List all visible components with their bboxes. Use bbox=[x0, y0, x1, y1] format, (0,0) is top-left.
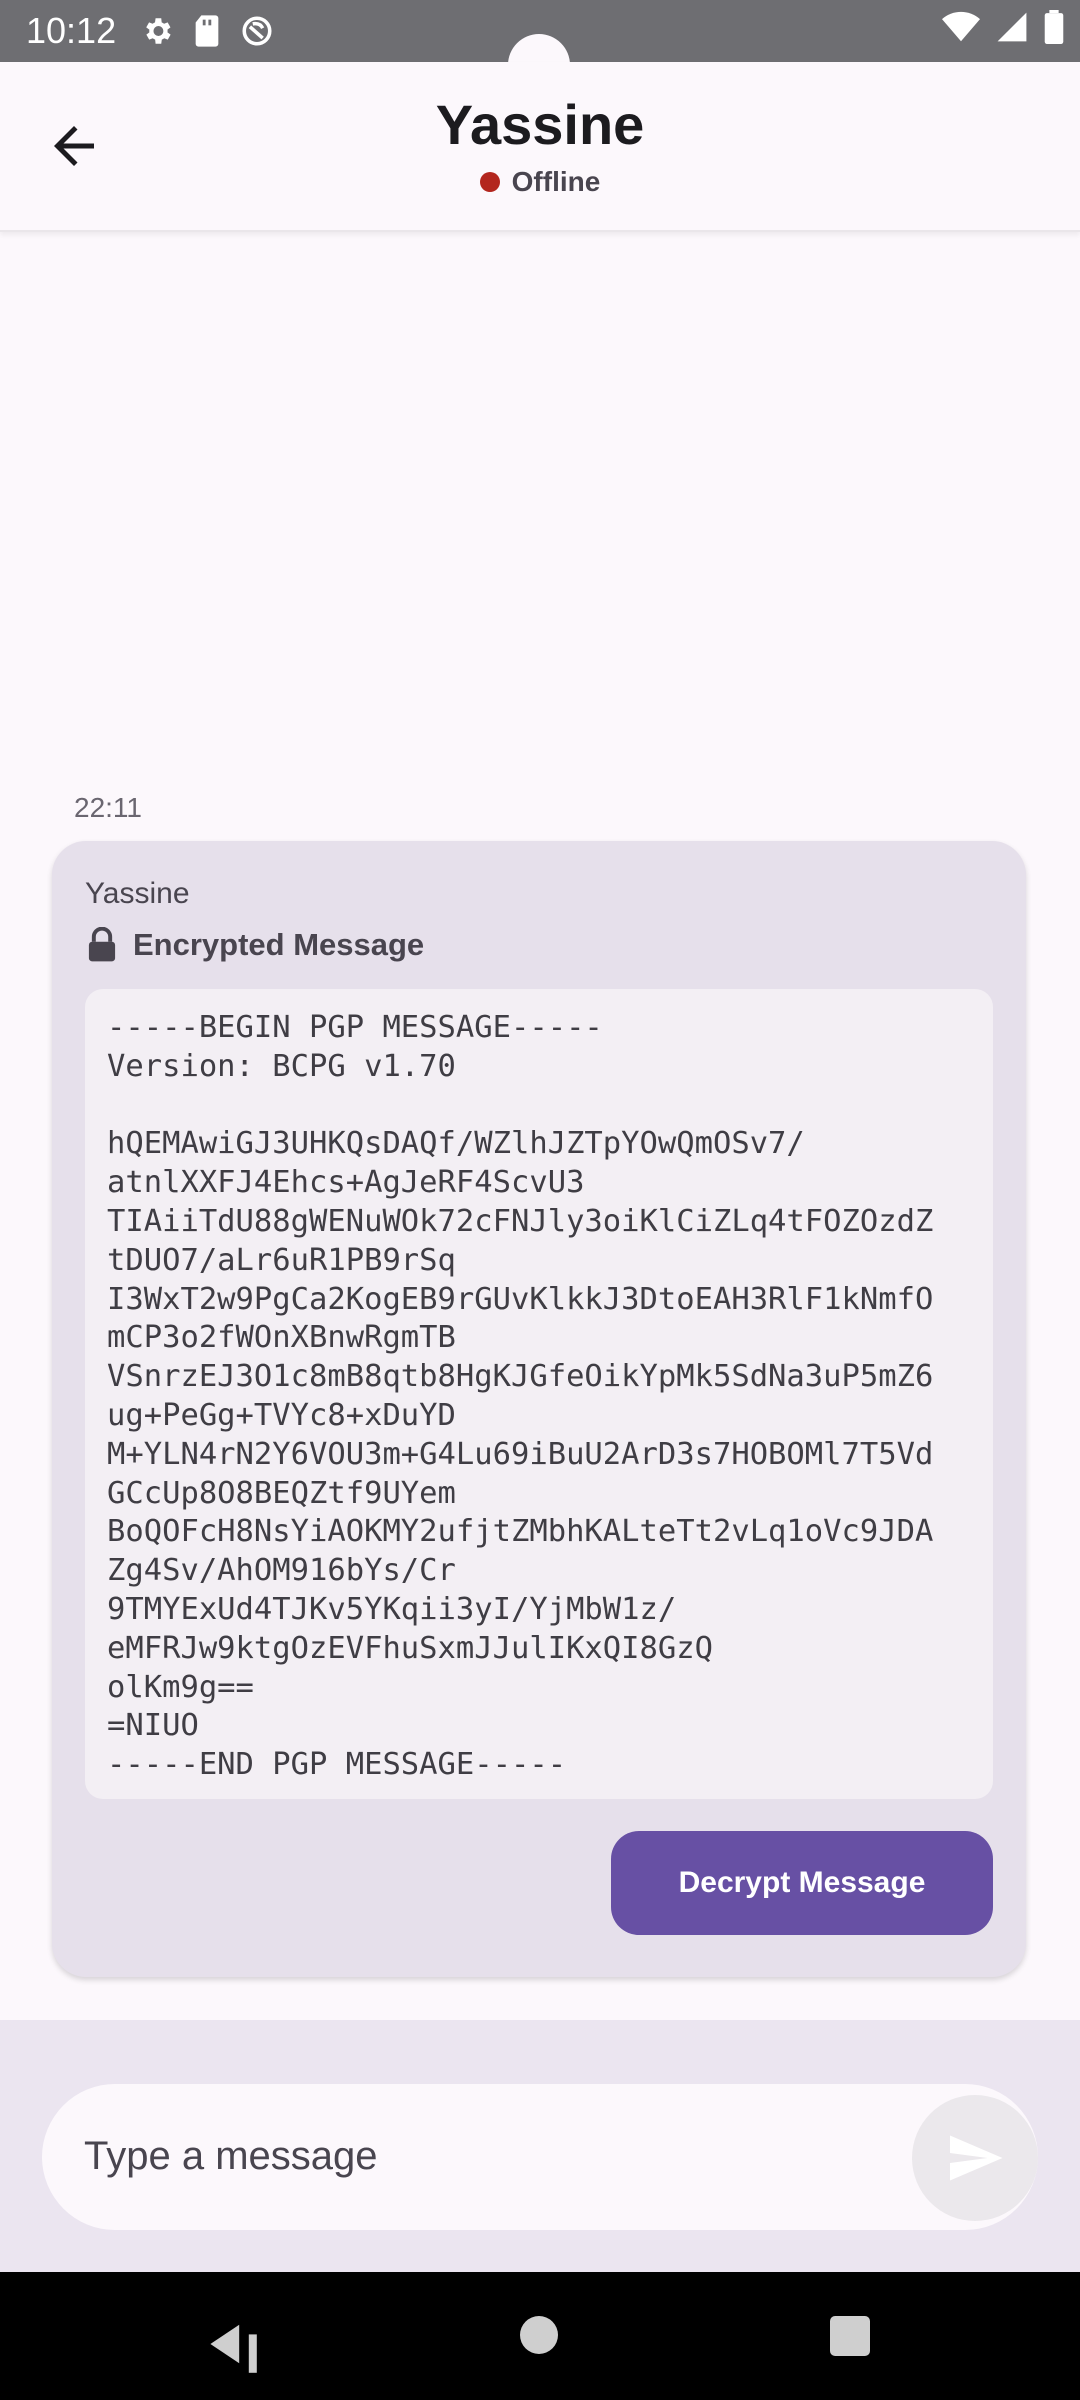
contact-name: Yassine bbox=[435, 93, 645, 156]
battery-icon bbox=[1044, 10, 1064, 49]
encrypted-indicator: Encrypted Message bbox=[85, 927, 424, 963]
presence-status: Offline bbox=[0, 166, 1080, 198]
signal-icon bbox=[996, 11, 1028, 48]
message-input-placeholder: Type a message bbox=[84, 2134, 378, 2178]
navigation-bar bbox=[0, 2272, 1080, 2400]
message-sender: Yassine bbox=[85, 877, 190, 910]
presence-label: Offline bbox=[511, 166, 601, 197]
decrypt-message-button[interactable]: Decrypt Message bbox=[611, 1831, 993, 1935]
nav-home-icon[interactable] bbox=[520, 2316, 558, 2354]
pgp-message-text: -----BEGIN PGP MESSAGE----- Version: BCP… bbox=[107, 1010, 934, 1783]
wifi-icon bbox=[942, 11, 980, 48]
message-input[interactable]: Type a message bbox=[42, 2084, 1038, 2230]
chat-header: Yassine Offline bbox=[0, 62, 1080, 232]
message-timestamp: 22:11 bbox=[74, 792, 142, 823]
pgp-message-block: -----BEGIN PGP MESSAGE----- Version: BCP… bbox=[85, 989, 993, 1799]
lock-icon bbox=[88, 927, 116, 962]
vpn-icon bbox=[240, 14, 274, 53]
message-bubble: Yassine Encrypted Message -----BEGIN PGP… bbox=[52, 841, 1026, 1977]
nav-back-icon[interactable] bbox=[204, 2312, 268, 2376]
offline-dot-icon bbox=[479, 172, 500, 192]
send-icon bbox=[950, 2135, 1003, 2181]
status-time: 10:12 bbox=[26, 10, 117, 51]
nav-recents-icon[interactable] bbox=[830, 2316, 870, 2356]
gear-icon bbox=[140, 14, 174, 53]
encrypted-label: Encrypted Message bbox=[133, 927, 425, 962]
send-button[interactable] bbox=[912, 2095, 1038, 2221]
sd-card-icon bbox=[192, 14, 222, 53]
